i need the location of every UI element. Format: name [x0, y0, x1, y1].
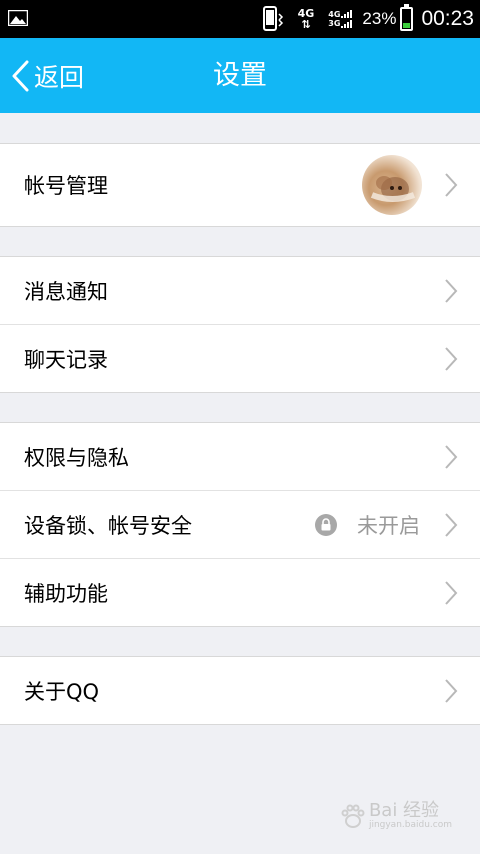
network-type-indicator: 4G ⇅ [298, 8, 315, 30]
security-group: 权限与隐私 设备锁、帐号安全 未开启 辅助功能 [0, 422, 480, 627]
signal-bottom-label: 3G [328, 19, 341, 28]
lock-icon [315, 513, 337, 536]
paw-logo-icon [341, 804, 365, 828]
clock: 00:23 [421, 7, 474, 30]
battery-icon [400, 4, 414, 31]
chevron-right-icon [445, 444, 458, 469]
signal-top-label: 4G [328, 10, 341, 19]
account-group: 帐号管理 [0, 143, 480, 227]
message-notification-label: 消息通知 [24, 279, 108, 304]
back-button[interactable]: 返回 [10, 38, 84, 113]
chat-history-item[interactable]: 聊天记录 [0, 324, 480, 392]
signal-indicator: 4G 3G [328, 10, 353, 28]
avatar [362, 155, 422, 215]
back-label: 返回 [34, 62, 85, 92]
chevron-right-icon [445, 512, 458, 537]
accessibility-item[interactable]: 辅助功能 [0, 558, 480, 626]
title-bar: 返回 设置 [0, 38, 480, 113]
data-transfer-icon: ⇅ [301, 18, 311, 31]
messages-group: 消息通知 聊天记录 [0, 256, 480, 393]
chevron-right-icon [445, 278, 458, 303]
account-management-item[interactable]: 帐号管理 [0, 144, 480, 226]
battery-level-fill [403, 23, 411, 28]
baidu-watermark: Bai 经验 jingyan.baidu.com [339, 802, 452, 830]
about-group: 关于QQ [0, 656, 480, 725]
phone-vibrate-icon [262, 6, 283, 31]
about-qq-item[interactable]: 关于QQ [0, 657, 480, 724]
account-management-label: 帐号管理 [24, 174, 108, 198]
chevron-left-icon [12, 60, 29, 91]
privacy-label: 权限与隐私 [24, 445, 129, 470]
chevron-right-icon [445, 173, 458, 197]
watermark-subtext: jingyan.baidu.com [368, 820, 452, 830]
watermark-text: Bai 经验 [368, 800, 440, 821]
chat-history-label: 聊天记录 [24, 347, 108, 372]
message-notification-item[interactable]: 消息通知 [0, 257, 480, 324]
device-lock-label: 设备锁、帐号安全 [24, 513, 192, 538]
status-bar: 4G ⇅ 4G 3G 23% 00:23 [0, 0, 480, 38]
chevron-right-icon [445, 580, 458, 605]
device-lock-status: 未开启 [357, 513, 420, 538]
device-lock-item[interactable]: 设备锁、帐号安全 未开启 [0, 490, 480, 558]
accessibility-label: 辅助功能 [24, 581, 108, 606]
privacy-item[interactable]: 权限与隐私 [0, 423, 480, 490]
battery-percent: 23% [362, 9, 397, 28]
signal-bars-icon [341, 10, 353, 28]
gallery-icon [8, 10, 28, 26]
chevron-right-icon [445, 346, 458, 371]
chevron-right-icon [445, 678, 458, 703]
about-qq-label: 关于QQ [24, 679, 100, 704]
